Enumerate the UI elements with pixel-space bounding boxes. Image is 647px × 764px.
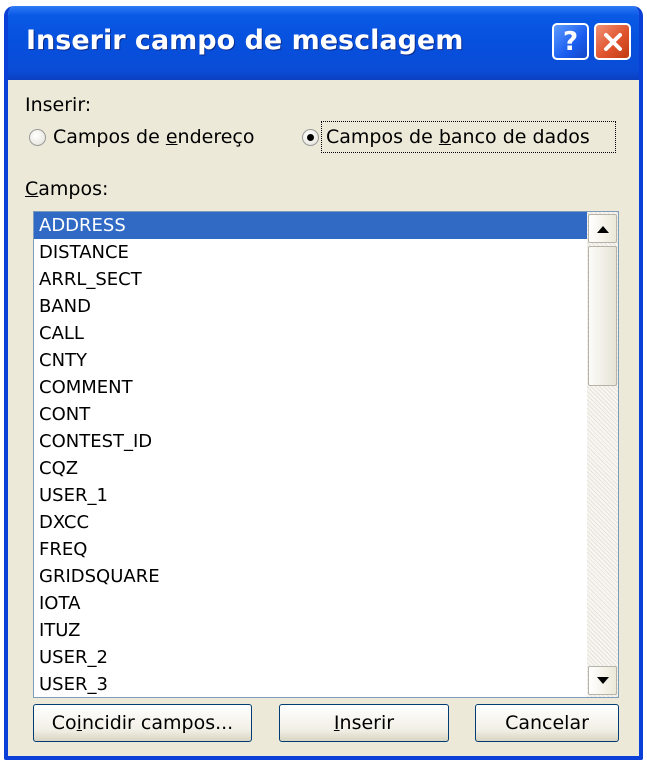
list-item[interactable]: USER_1 [34,482,587,509]
help-button[interactable]: ? [552,23,589,60]
list-item[interactable]: CONTEST_ID [34,428,587,455]
close-button[interactable] [594,23,631,60]
dialog-title: Inserir campo de mesclagem [26,25,464,56]
insert-button[interactable]: Inserir [279,704,449,742]
vertical-scrollbar[interactable] [587,212,618,697]
arrow-down-icon [597,677,609,684]
list-item[interactable]: DISTANCE [34,239,587,266]
list-item[interactable]: CNTY [34,347,587,374]
fields-list[interactable]: ADDRESS DISTANCE ARRL_SECT BAND CALL CNTY COMM… [34,212,587,697]
list-item[interactable]: FREQ [34,536,587,563]
scroll-down-button[interactable] [588,666,617,695]
list-item[interactable]: BAND [34,293,587,320]
scroll-thumb[interactable] [588,246,617,386]
radio-button-database[interactable] [302,129,319,146]
list-item[interactable]: ADDRESS [34,212,587,239]
arrow-up-icon [597,226,609,233]
help-icon: ? [562,26,579,57]
radio-database-label[interactable]: Campos de banco de dados [326,126,590,148]
radio-address-label[interactable]: Campos de endereço [53,126,255,148]
merge-field-dialog: Inserir campo de mesclagem ? Inserir: Ca… [4,6,643,760]
list-item[interactable]: GRIDSQUARE [34,563,587,590]
list-item[interactable]: DXCC [34,509,587,536]
list-item[interactable]: CQZ [34,455,587,482]
scroll-up-button[interactable] [588,214,617,243]
list-item[interactable]: ITUZ [34,617,587,644]
radio-selected-dot [307,134,314,141]
list-item[interactable]: CALL [34,320,587,347]
match-fields-button[interactable]: Co i ncidir campos... [33,704,252,742]
list-item[interactable]: COMMENT [34,374,587,401]
fields-listbox[interactable]: ADDRESS DISTANCE ARRL_SECT BAND CALL CNTY COMM… [33,211,619,698]
list-item[interactable]: CONT [34,401,587,428]
insert-group-label: Inserir: [25,94,92,116]
title-bar[interactable]: Inserir campo de mesclagem ? [8,6,639,80]
list-item[interactable]: IOTA [34,590,587,617]
list-item[interactable]: USER_3 [34,671,587,697]
cancel-button[interactable]: Cancelar [475,704,619,742]
list-item[interactable]: ARRL_SECT [34,266,587,293]
close-icon [603,32,622,51]
list-item[interactable]: USER_2 [34,644,587,671]
radio-button-address[interactable] [29,129,46,146]
fields-label: Campos: [25,178,109,200]
